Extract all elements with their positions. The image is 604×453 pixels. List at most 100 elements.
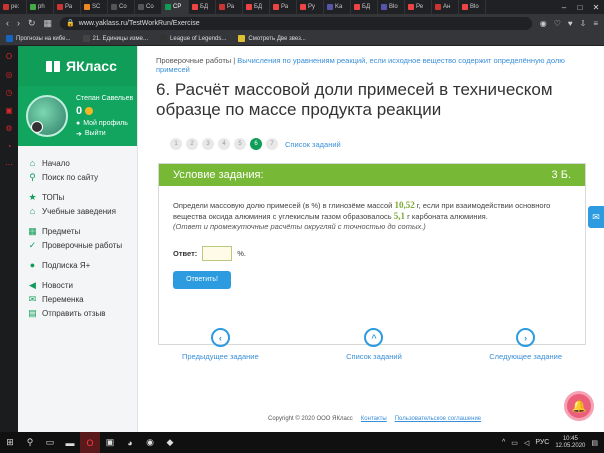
bookmark-item[interactable]: Смотреть Две звез... [238, 35, 306, 42]
camera-icon[interactable]: ◉ [540, 19, 547, 28]
sidebar-item[interactable]: ◀ Новости [18, 278, 137, 292]
notifications-icon[interactable]: ▤ [591, 439, 598, 447]
bookmark-favicon-icon [82, 35, 90, 42]
snapshot-icon[interactable]: ▣ [5, 106, 13, 115]
browser-tab[interactable]: БД [243, 0, 270, 14]
browser-tab[interactable]: Blo [459, 0, 486, 14]
browser-tab[interactable]: Ра [270, 0, 297, 14]
network-icon[interactable]: ▭ [511, 439, 518, 447]
sidebar-item[interactable]: ▦ Предметы [18, 224, 137, 238]
minimize-icon[interactable]: – [556, 0, 572, 14]
settings-icon[interactable]: ⚙ [5, 124, 12, 133]
browser-tab[interactable]: Co [135, 0, 162, 14]
task-list-link[interactable]: Список заданий [285, 140, 341, 149]
maximize-icon[interactable]: □ [572, 0, 588, 14]
page-number-button[interactable]: 3 [202, 138, 214, 150]
bookmark-item[interactable]: League of Legends... [160, 35, 226, 42]
task-view-icon[interactable]: ▭ [40, 432, 60, 453]
discord-icon[interactable]: ◕ [120, 432, 140, 453]
feedback-mail-tab[interactable]: ✉ [588, 206, 604, 228]
browser-tab[interactable]: Ра [216, 0, 243, 14]
task-header-title: Условие задания: [173, 169, 264, 181]
sidebar-item[interactable]: ✉ Переменка [18, 292, 137, 306]
browser-tab[interactable]: ph [27, 0, 54, 14]
forward-icon[interactable]: › [17, 18, 20, 28]
answer-input[interactable] [202, 246, 233, 261]
tab-label: Blo [470, 4, 479, 10]
menu-icon[interactable]: ≡ [593, 19, 598, 28]
search-icon[interactable]: ⚲ [20, 432, 40, 453]
browser-tab[interactable]: SC [81, 0, 108, 14]
back-icon[interactable]: ‹ [6, 18, 9, 28]
opera-taskbar-icon[interactable]: O [80, 432, 100, 453]
messenger-icon[interactable]: ◎ [6, 70, 13, 79]
bookmark-icon[interactable]: ♥ [568, 19, 573, 28]
close-icon[interactable]: ✕ [588, 0, 604, 14]
address-field[interactable]: 🔒 www.yaklass.ru/TestWorkRun/Exercise [60, 16, 532, 30]
sidebar-item-label: Новости [42, 280, 73, 290]
task-list-nav-link[interactable]: ^ Список заданий [346, 328, 402, 361]
bookmark-item[interactable]: Прогнозы на кибе... [6, 35, 71, 42]
app-icon[interactable]: ▣ [100, 432, 120, 453]
address-actions: ◉ ♡ ♥ ⇩ ≡ [540, 19, 598, 28]
sidebar-item[interactable]: ⚲ Поиск по сайту [18, 170, 137, 184]
clock[interactable]: 10:45 12.05.2020 [555, 436, 585, 450]
sidebar-item[interactable]: ⌂ Учебные заведения [18, 204, 137, 218]
sidebar-item[interactable]: ▤ Отправить отзыв [18, 306, 137, 320]
heart-icon[interactable]: ♡ [554, 19, 561, 28]
yaklass-logo[interactable]: ЯКласс [18, 46, 137, 86]
browser-tab[interactable]: БД [189, 0, 216, 14]
browser-tab[interactable]: ре: [0, 0, 27, 14]
easy-setup-icon[interactable]: ◔ [7, 142, 12, 151]
agreement-link[interactable]: Пользовательское соглашение [395, 416, 481, 422]
browser-tab[interactable]: Ka [324, 0, 351, 14]
tab-label: Ра [65, 4, 73, 10]
tray-chevron-icon[interactable]: ^ [502, 439, 505, 446]
task-points: 3 Б. [551, 169, 571, 181]
more-icon[interactable]: ⋯ [5, 160, 13, 169]
tab-favicon-icon [327, 4, 333, 10]
speed-dial-icon[interactable]: ▦ [44, 18, 53, 29]
my-profile-link[interactable]: ● Мой профиль [76, 120, 133, 127]
browser-tab[interactable]: Co [108, 0, 135, 14]
bookmark-item[interactable]: 21. Единицы изме... [82, 35, 148, 42]
folder-icon[interactable]: ▬ [60, 432, 80, 453]
prev-task-link[interactable]: ‹ Предыдущее задание [182, 328, 259, 361]
next-task-link[interactable]: › Следующее задание [489, 328, 562, 361]
steam-icon[interactable]: ◉ [140, 432, 160, 453]
opera-logo-icon[interactable]: O [6, 52, 12, 61]
riot-icon[interactable]: ◆ [160, 432, 180, 453]
page-number-button[interactable]: 2 [186, 138, 198, 150]
notifications-bell-button[interactable]: 🔔 [564, 391, 594, 421]
page-number-button[interactable]: 4 [218, 138, 230, 150]
sidebar-item[interactable]: ✓ Проверочные работы [18, 238, 137, 252]
profile-name[interactable]: Степан Савельев [76, 95, 133, 102]
windows-start-icon[interactable]: ⊞ [0, 432, 20, 453]
browser-tab[interactable]: Blo [378, 0, 405, 14]
page-number-button[interactable]: 5 [234, 138, 246, 150]
page-number-button[interactable]: 7 [266, 138, 278, 150]
avatar[interactable] [26, 95, 68, 137]
sidebar-item[interactable]: ● Подписка Я+ [18, 258, 137, 272]
task-body: Определи массовую долю примесей (в %) в … [159, 186, 585, 303]
reload-icon[interactable]: ↻ [28, 18, 36, 29]
browser-tab[interactable]: Ре [405, 0, 432, 14]
breadcrumb-root[interactable]: Проверочные работы [156, 56, 231, 65]
language-indicator[interactable]: РУС [535, 439, 549, 446]
browser-tab[interactable]: БД [351, 0, 378, 14]
logout-link[interactable]: ➜ Выйти [76, 130, 133, 138]
browser-tab[interactable]: Ра [54, 0, 81, 14]
download-icon[interactable]: ⇩ [580, 19, 587, 28]
page-number-button[interactable]: 1 [170, 138, 182, 150]
browser-tab[interactable]: Ру [297, 0, 324, 14]
submit-button[interactable]: Ответить! [173, 271, 231, 289]
sidebar-item[interactable]: ⌂ Начало [18, 156, 137, 170]
browser-tab[interactable]: Ан [432, 0, 459, 14]
sidebar-item[interactable]: ★ ТОПы [18, 190, 137, 204]
page-number-button[interactable]: 6 [250, 138, 262, 150]
volume-icon[interactable]: ◁ [524, 439, 529, 447]
contacts-link[interactable]: Контакты [361, 416, 387, 422]
user-icon: ● [76, 119, 81, 127]
browser-tab[interactable]: СР [162, 0, 189, 14]
history-icon[interactable]: ◷ [6, 88, 13, 97]
